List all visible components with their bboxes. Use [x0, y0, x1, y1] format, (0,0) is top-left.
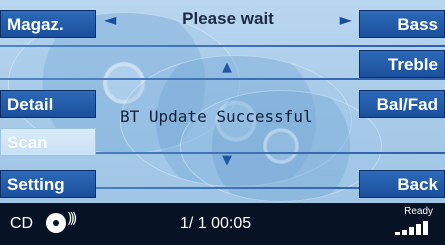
playback-waves-icon: ))): [67, 211, 78, 227]
scan-button[interactable]: Scan: [0, 128, 96, 156]
status-title: Please wait: [182, 9, 274, 28]
treble-button[interactable]: Treble: [359, 50, 445, 78]
previous-arrow-icon[interactable]: ◄: [104, 10, 116, 29]
update-message: BT Update Successful: [120, 107, 313, 126]
back-button[interactable]: Back: [359, 170, 445, 198]
track-time: 1/ 1 00:05: [180, 215, 252, 232]
ready-label: Ready: [404, 206, 433, 217]
signal-strength-icon: [395, 221, 435, 235]
down-arrow-icon[interactable]: ▼: [222, 153, 232, 168]
divider: [0, 45, 445, 47]
cd-icon: [46, 213, 66, 233]
next-arrow-icon[interactable]: ►: [340, 10, 352, 29]
divider: [0, 78, 445, 80]
bottom-status-bar: CD ))) 1/ 1 00:05 Ready: [0, 203, 445, 245]
magazine-button[interactable]: Magaz.: [0, 10, 96, 38]
setting-button[interactable]: Setting: [0, 170, 96, 198]
detail-button[interactable]: Detail: [0, 90, 96, 118]
source-label: CD: [10, 215, 34, 232]
status-bar: ◄ Please wait ►: [104, 6, 352, 32]
up-arrow-icon[interactable]: ▲: [222, 60, 232, 75]
balance-fader-button[interactable]: Bal/Fad: [359, 90, 445, 118]
infotainment-screen: Magaz. Detail Scan Setting Bass Treble B…: [0, 0, 445, 245]
bass-button[interactable]: Bass: [359, 10, 445, 38]
